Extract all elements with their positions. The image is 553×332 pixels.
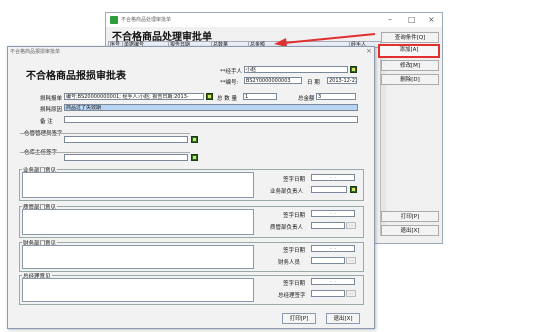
add-button[interactable]: 添加[A] [378, 44, 440, 58]
handler-field[interactable]: 小赵 [244, 66, 348, 73]
bg-print-button[interactable]: 打印[P] [381, 211, 439, 222]
finance-date-field[interactable]: _-_-_ [311, 245, 355, 252]
query-button[interactable]: 查询条件[Q] [381, 32, 439, 43]
report-picker-icon[interactable] [206, 93, 213, 100]
manager-person-label: 总经理签字 [278, 293, 306, 299]
business-person-picker-icon[interactable] [350, 186, 357, 193]
business-person-label: 业务部负责人 [270, 189, 304, 195]
report-label: 损耗报单 [40, 96, 63, 102]
exit-button[interactable]: 退出[X] [326, 313, 360, 324]
warehouse-sign-picker-icon[interactable] [191, 136, 198, 143]
remark-field[interactable] [64, 116, 358, 123]
quality-person-more-icon[interactable]: ... [346, 222, 356, 229]
divider [20, 133, 190, 134]
manager-person-more-icon[interactable]: ... [346, 290, 356, 297]
warehouse-sign-field[interactable] [64, 136, 188, 143]
reason-label: 损耗原因 [40, 107, 63, 113]
dialog-title: 不合格商品报损审批单 [10, 49, 61, 55]
quality-opinion-textarea[interactable] [22, 209, 254, 235]
business-date-field[interactable]: _-_-_ [311, 174, 355, 181]
qty-label: 总 数 量 [217, 96, 237, 102]
number-field[interactable]: BS2Y0000000003 [244, 77, 302, 84]
edit-button[interactable]: 修改[M] [381, 60, 439, 71]
bg-titlebar: 不合格商品处理审批单 – □ × [106, 13, 442, 27]
date-field[interactable]: 2013-12-23 [327, 77, 357, 84]
amount-field[interactable]: 3 [316, 93, 356, 100]
close-icon[interactable]: × [428, 15, 435, 24]
date-label: 日 期 [307, 80, 320, 86]
business-opinion-textarea[interactable] [22, 172, 254, 198]
quality-person-field[interactable] [311, 222, 345, 229]
finance-person-more-icon[interactable]: ... [346, 257, 356, 264]
manager-date-field[interactable]: _-_-_ [311, 278, 355, 285]
finance-person-field[interactable] [311, 257, 345, 264]
dialog-heading: 不合格商品报损审批表 [26, 71, 126, 82]
print-button[interactable]: 打印[P] [282, 313, 316, 324]
delete-button[interactable]: 删除[D] [381, 74, 439, 85]
remark-label: 备 注 [40, 119, 53, 125]
handler-label: **经手人 [220, 69, 243, 75]
head-sign-field[interactable] [64, 154, 188, 161]
qty-field[interactable]: 1 [243, 93, 277, 100]
dialog-close-icon[interactable]: × [366, 47, 372, 55]
business-date-label: 签字日期 [283, 177, 306, 183]
manager-opinion-textarea[interactable] [22, 278, 254, 302]
reason-field[interactable]: 商品过了失效期 [64, 104, 358, 111]
head-sign-picker-icon[interactable] [191, 154, 198, 161]
maximize-icon[interactable]: □ [408, 15, 416, 24]
amount-label: 总金额 [298, 96, 315, 102]
minimize-icon[interactable]: – [388, 15, 392, 24]
report-dialog: 不合格商品报损审批单 × 不合格商品报损审批表 **经手人 小赵 **编号: B… [7, 46, 375, 329]
bg-exit-button[interactable]: 退出[X] [381, 225, 439, 236]
manager-date-label: 签字日期 [283, 281, 306, 287]
bg-window-title: 不合格商品处理审批单 [121, 17, 172, 23]
manager-person-field[interactable] [311, 290, 345, 297]
divider [20, 152, 190, 153]
handler-picker-icon[interactable] [350, 66, 357, 73]
finance-date-label: 签字日期 [283, 248, 306, 254]
number-label: **编号: [220, 80, 239, 86]
finance-person-label: 财务人员 [278, 260, 301, 266]
quality-date-field[interactable]: _-_-_ [311, 210, 355, 217]
business-person-field[interactable] [311, 186, 347, 193]
finance-opinion-textarea[interactable] [22, 245, 254, 269]
report-field[interactable]: 编号:BS20000000001; 经手人:小赵; 报告日期:2013- [64, 93, 204, 100]
quality-date-label: 签字日期 [283, 213, 306, 219]
quality-person-label: 质管部负责人 [270, 225, 304, 231]
app-icon [110, 16, 118, 24]
